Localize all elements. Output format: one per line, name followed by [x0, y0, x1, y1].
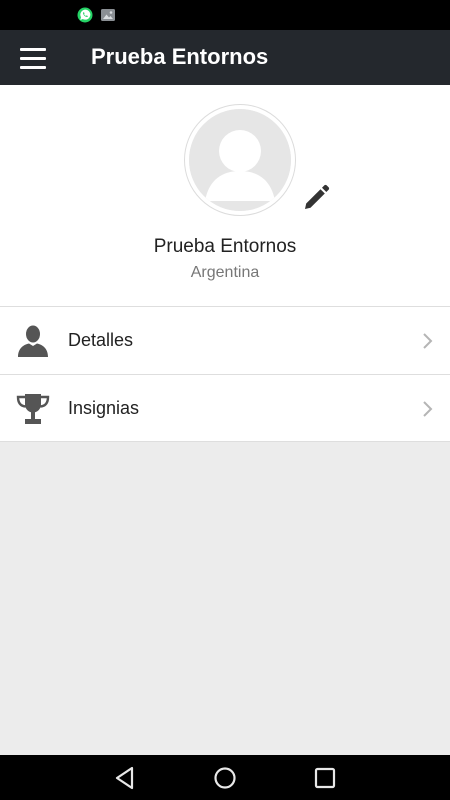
hamburger-menu-icon[interactable]: [14, 42, 52, 74]
home-circle-icon[interactable]: [212, 765, 238, 791]
back-triangle-icon[interactable]: [112, 765, 138, 791]
app-bar: Prueba Entornos: [0, 30, 450, 85]
list-item-label: Insignias: [68, 398, 140, 418]
profile-header: Prueba Entornos Argentina: [0, 85, 450, 307]
pencil-icon[interactable]: [302, 184, 330, 212]
image-icon: [101, 9, 115, 21]
person-icon: [18, 325, 48, 357]
recent-square-icon[interactable]: [312, 765, 338, 791]
list-item-detalles[interactable]: Detalles: [0, 306, 450, 374]
chevron-right-icon: [423, 401, 433, 417]
profile-name: Prueba Entornos: [153, 236, 297, 257]
system-nav-bar: [0, 755, 450, 800]
page-title: Prueba Entornos: [91, 44, 269, 69]
trophy-icon: [16, 394, 50, 424]
profile-menu-list: Detalles Insignias: [0, 306, 450, 442]
list-item-label: Detalles: [68, 330, 134, 350]
list-item-insignias[interactable]: Insignias: [0, 374, 450, 442]
default-avatar-icon: [189, 109, 291, 211]
profile-country: Argentina: [190, 264, 260, 281]
chevron-right-icon: [423, 333, 433, 349]
whatsapp-icon: [77, 7, 93, 23]
status-bar: [0, 0, 450, 30]
avatar: [184, 104, 296, 216]
